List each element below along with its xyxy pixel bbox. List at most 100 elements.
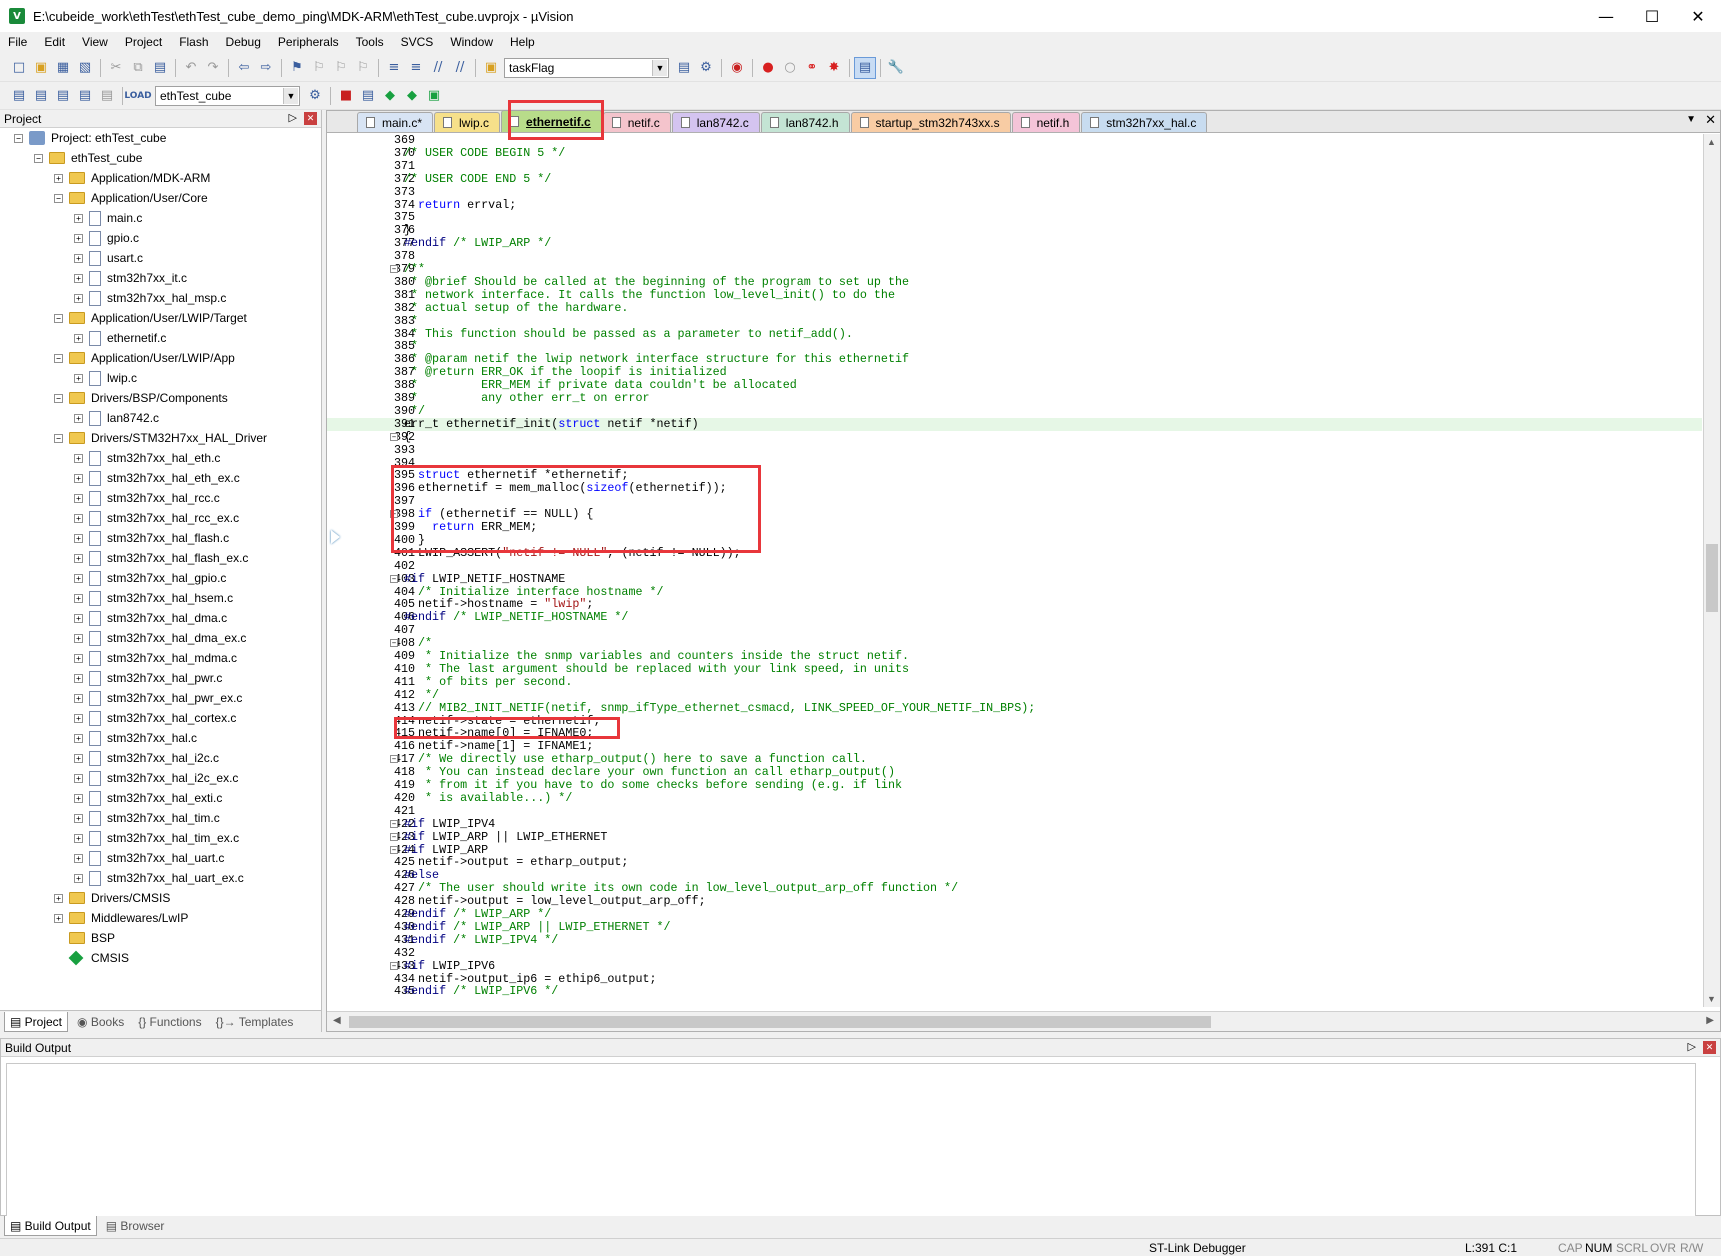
tree-item[interactable]: BSP [54,928,115,948]
tree-item[interactable]: + stm32h7xx_hal_gpio.c [74,568,226,588]
code-line[interactable]: 393 [327,443,1702,457]
tree-item[interactable]: + usart.c [74,248,143,268]
unindent-icon[interactable]: ≡ [405,57,427,79]
menu-debug[interactable]: Debug [226,35,261,49]
pin-icon[interactable]: ▷ [289,111,297,124]
code-line[interactable]: 372/* USER CODE END 5 */ [327,172,1702,186]
expand-icon[interactable]: + [74,833,83,843]
expand-icon[interactable]: + [74,273,83,283]
tree-item[interactable]: + stm32h7xx_hal_hsem.c [74,588,233,608]
code-line[interactable]: 374 return errval; [327,198,1702,212]
insert-breakpoint-icon[interactable]: ● [757,57,779,79]
collapse-icon[interactable]: − [54,313,63,323]
tree-item[interactable]: + Drivers/CMSIS [54,888,170,908]
tree-item[interactable]: + gpio.c [74,228,139,248]
new-file-icon[interactable]: □ [8,57,30,79]
code-line[interactable]: 431 #endif /* LWIP_IPV4 */ [327,933,1702,947]
save-all-icon[interactable]: ▧ [74,57,96,79]
build-icon[interactable]: ▤ [30,85,52,107]
close-window-button[interactable]: ✕ [1675,0,1721,32]
tree-item[interactable]: + stm32h7xx_hal_rcc.c [74,488,220,508]
window-layout-icon[interactable]: ▤ [854,56,876,79]
code-line[interactable]: 399 return ERR_MEM; [327,521,1702,534]
collapse-icon[interactable]: − [54,353,63,363]
expand-icon[interactable]: + [74,613,83,623]
select-software-packs-icon[interactable]: ◆ [379,85,401,107]
code-line[interactable]: 422− #if LWIP_IPV4 [327,817,1702,831]
copy-icon[interactable]: ⧉ [127,57,149,79]
download-icon[interactable]: LOAD [124,85,151,107]
tree-item[interactable]: − Application/User/LWIP/Target [54,308,247,328]
close-tab-icon[interactable]: ✕ [1705,113,1716,128]
code-line[interactable]: 433− #if LWIP_IPV6 [327,959,1702,973]
code-line[interactable]: 401 LWIP_ASSERT("netif != NULL", (netif … [327,546,1702,560]
tree-item[interactable]: + ethernetif.c [74,328,166,348]
menu-edit[interactable]: Edit [44,35,65,49]
tree-item[interactable]: + stm32h7xx_hal_flash_ex.c [74,548,248,568]
uncomment-icon[interactable]: // [449,57,471,79]
tree-item[interactable]: + stm32h7xx_hal_mdma.c [74,648,237,668]
tree-item[interactable]: + stm32h7xx_hal_i2c_ex.c [74,768,238,788]
code-line[interactable]: 402 [327,559,1702,573]
editor-tab[interactable]: netif.c [602,112,671,132]
expand-icon[interactable]: + [74,373,83,383]
find-icon[interactable]: ▤ [673,57,695,79]
menu-view[interactable]: View [82,35,108,49]
expand-icon[interactable]: + [54,913,63,923]
expand-icon[interactable]: + [74,493,83,503]
expand-icon[interactable]: + [74,733,83,743]
chevron-down-icon[interactable]: ▼ [652,59,667,76]
expand-icon[interactable]: + [74,333,83,343]
tree-item[interactable]: + stm32h7xx_hal_uart.c [74,848,224,868]
collapse-icon[interactable]: − [34,153,43,163]
expand-icon[interactable]: + [74,573,83,583]
next-bookmark-icon[interactable]: ⚐ [330,57,352,79]
kill-breakpoints-icon[interactable]: ✸ [823,57,845,79]
cut-icon[interactable]: ✂ [105,57,127,79]
menu-file[interactable]: File [8,35,27,49]
fold-toggle-icon[interactable]: − [390,265,398,273]
tree-item[interactable]: + stm32h7xx_it.c [74,268,187,288]
expand-icon[interactable]: + [74,553,83,563]
editor-tab[interactable]: stm32h7xx_hal.c [1081,112,1208,132]
editor-tab[interactable]: lan8742.c [671,112,760,132]
expand-icon[interactable]: + [74,693,83,703]
expand-icon[interactable]: + [74,473,83,483]
tree-item[interactable]: + stm32h7xx_hal_eth.c [74,448,220,468]
menu-peripherals[interactable]: Peripherals [278,35,339,49]
tab-list-dropdown-icon[interactable]: ▼ [1686,114,1696,125]
tree-item[interactable]: + lwip.c [74,368,137,388]
undo-icon[interactable]: ↶ [180,57,202,79]
tree-item[interactable]: − ethTest_cube [34,148,142,168]
debug-session-icon[interactable]: ◉ [726,57,748,79]
find-combo[interactable]: taskFlag ▼ [504,57,669,78]
tree-item[interactable]: − Drivers/BSP/Components [54,388,228,408]
horizontal-scrollbar[interactable]: ◀ ▶ [327,1011,1720,1031]
tree-item[interactable]: − Application/User/LWIP/App [54,348,235,368]
bookmark-icon[interactable]: ⚑ [286,57,308,79]
scroll-up-arrow-icon[interactable]: ▲ [1707,137,1716,147]
tab-project[interactable]: ▤ Project [4,1012,69,1032]
tab-books[interactable]: ◉ Books [72,1012,129,1032]
collapse-icon[interactable]: − [54,393,63,403]
code-line[interactable]: 391 err_t ethernetif_init(struct netif *n… [327,417,1702,431]
code-line[interactable]: 373 [327,185,1702,199]
tree-item[interactable]: + Middlewares/LwIP [54,908,188,928]
tree-item[interactable]: + stm32h7xx_hal_uart_ex.c [74,868,244,888]
menu-project[interactable]: Project [125,35,162,49]
close-icon[interactable]: ✕ [1703,1041,1716,1054]
fold-toggle-icon[interactable]: − [390,755,398,764]
code-line[interactable]: 420 * is available...) */ [327,791,1702,805]
save-icon[interactable]: ▦ [52,57,74,79]
scroll-down-arrow-icon[interactable]: ▼ [1707,994,1716,1004]
redo-icon[interactable]: ↷ [202,57,224,79]
expand-icon[interactable]: + [74,533,83,543]
tree-item[interactable]: + stm32h7xx_hal_eth_ex.c [74,468,240,488]
expand-icon[interactable]: + [74,593,83,603]
tree-item[interactable]: + stm32h7xx_hal_dma.c [74,608,227,628]
rebuild-icon[interactable]: ▤ [52,85,74,107]
fold-toggle-icon[interactable]: − [390,639,398,648]
tree-item[interactable]: − Project: ethTest_cube [14,128,166,148]
tree-item[interactable]: + lan8742.c [74,408,159,428]
tree-item[interactable]: + stm32h7xx_hal_exti.c [74,788,222,808]
